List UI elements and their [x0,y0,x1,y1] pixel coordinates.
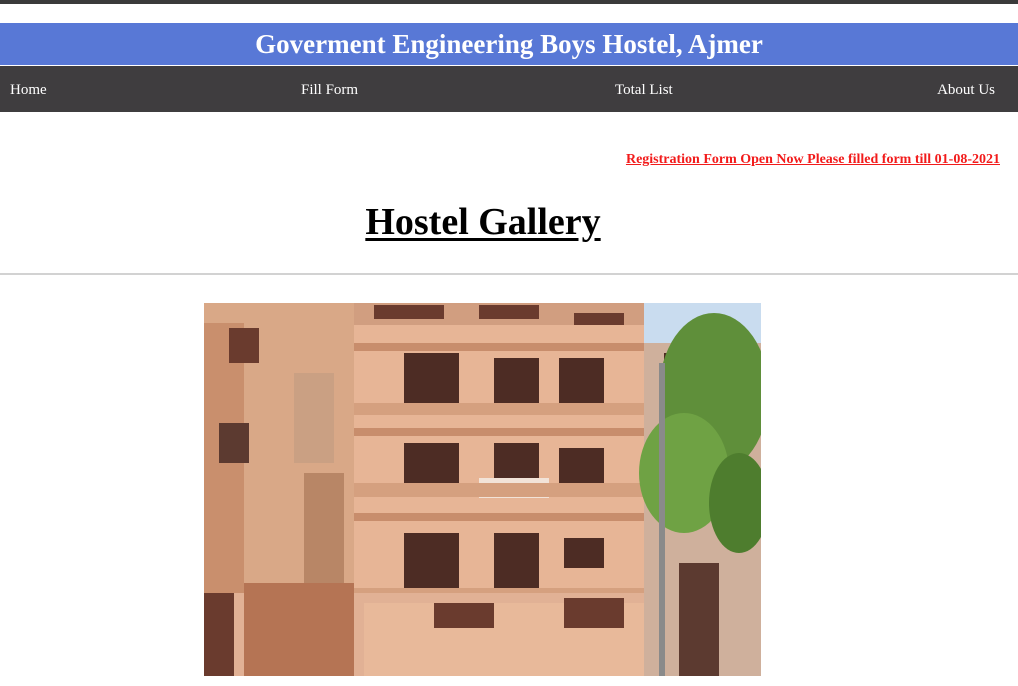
nav-about-us[interactable]: About Us [937,66,995,112]
nav-home[interactable]: Home [10,66,47,112]
registration-notice-link[interactable]: Registration Form Open Now Please filled… [626,152,1000,168]
main-nav: Home Fill Form Total List About Us [0,66,1018,112]
hostel-building-photo [204,303,761,676]
site-title: Goverment Engineering Boys Hostel, Ajmer [0,23,1018,65]
top-strip [0,0,1018,4]
divider [0,273,1018,275]
nav-fill-form[interactable]: Fill Form [301,66,358,112]
gallery-title: Hostel Gallery [365,201,601,243]
nav-total-list[interactable]: Total List [615,66,673,112]
